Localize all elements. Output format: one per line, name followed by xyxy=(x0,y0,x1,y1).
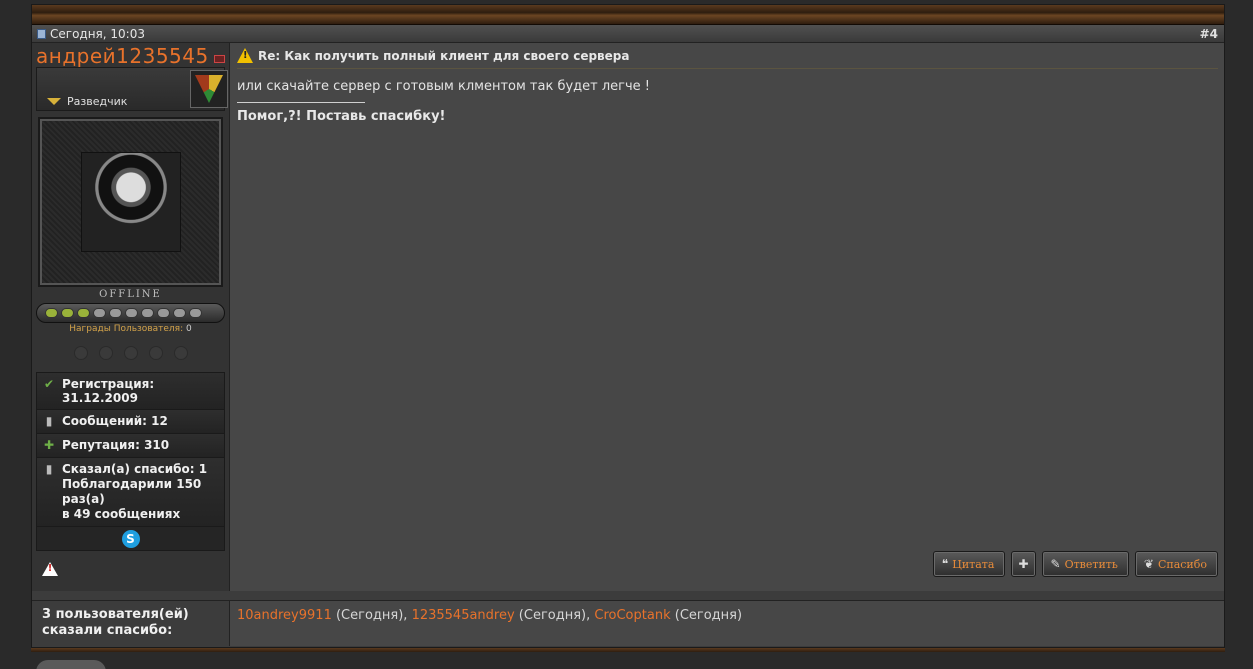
online-status: OFFLINE xyxy=(99,289,162,300)
post-page-icon xyxy=(37,28,46,39)
user-stats: ✔ Регистрация: 31.12.2009 ▮ Сообщений: 1… xyxy=(36,372,225,527)
stat-thanks: ▮ Сказал(а) спасибо: 1 Поблагодарили 150… xyxy=(36,457,225,527)
award-pill-icon xyxy=(173,308,186,318)
post-title-row: ! Re: Как получить полный клиент для сво… xyxy=(237,43,1218,69)
signature-divider xyxy=(237,102,365,103)
checkmark-icon: ✔ xyxy=(43,377,55,391)
skype-icon[interactable]: S xyxy=(121,529,140,548)
multi-quote-button[interactable]: ✚ xyxy=(1011,551,1036,577)
award-pill-icon xyxy=(61,308,74,318)
award-pill-icon xyxy=(125,308,138,318)
rank-emblem-icon xyxy=(190,70,228,108)
post-actions: ❝ Цитата ✚ ✎ Ответить ❦ Спасибо xyxy=(932,551,1218,577)
thanks-icon: ❦ xyxy=(1143,557,1154,571)
award-pill-icon xyxy=(93,308,106,318)
award-slot-icon xyxy=(148,346,163,360)
rank-box: Разведчик xyxy=(36,67,228,111)
award-slot-icon xyxy=(123,346,138,360)
award-slot-icon xyxy=(98,346,113,360)
user-panel: андрей1235545 Разведчик OFFLINE Награды … xyxy=(32,43,230,591)
report-post-icon[interactable]: ! xyxy=(41,561,59,577)
thanks-user-link[interactable]: 10andrey9911 xyxy=(237,608,332,623)
document-icon: ▮ xyxy=(45,414,53,428)
award-pill-icon xyxy=(189,308,202,318)
document-icon: ▮ xyxy=(45,462,53,476)
post-message: или скачайте сервер с готовым клментом т… xyxy=(237,79,651,94)
post-number-link[interactable]: #4 xyxy=(1200,27,1218,41)
award-slots xyxy=(36,346,225,362)
award-pill-icon xyxy=(109,308,122,318)
awards-label: Награды Пользователя: 0 xyxy=(69,324,192,334)
thanks-row: 3 пользователя(ей) сказали спасибо: 10an… xyxy=(32,600,1224,646)
awards-bar xyxy=(36,303,225,323)
private-message-icon[interactable] xyxy=(214,55,225,63)
reply-icon: ✎ xyxy=(1050,557,1061,571)
award-pill-icon xyxy=(157,308,170,318)
bottom-decor-bar xyxy=(31,648,1225,652)
thanks-user-link[interactable]: 1235545andrey xyxy=(412,608,515,623)
thanks-user-link[interactable]: CroCoptank xyxy=(594,608,670,623)
rank-chevron-icon xyxy=(47,97,61,106)
award-pill-icon xyxy=(45,308,58,318)
user-rank: Разведчик xyxy=(67,95,128,108)
thanks-button[interactable]: ❦ Спасибо xyxy=(1134,551,1218,577)
award-pill-icon xyxy=(77,308,90,318)
reply-button[interactable]: ✎ Ответить xyxy=(1041,551,1129,577)
stat-messages: ▮ Сообщений: 12 xyxy=(36,409,225,433)
post-title: Re: Как получить полный клиент для своег… xyxy=(258,48,630,63)
quote-icon: ❝ xyxy=(941,557,949,571)
avatar[interactable] xyxy=(80,152,181,252)
post-header: Сегодня, 10:03 #4 xyxy=(32,25,1224,43)
quote-button[interactable]: ❝ Цитата xyxy=(932,551,1006,577)
award-pill-icon xyxy=(141,308,154,318)
post-container: Сегодня, 10:03 #4 андрей1235545 Разведчи… xyxy=(31,4,1225,648)
post-date: Сегодня, 10:03 xyxy=(50,26,145,41)
bottom-corner-decor xyxy=(36,660,106,669)
username-link[interactable]: андрей1235545 xyxy=(36,44,209,68)
avatar-frame xyxy=(38,117,223,287)
warning-icon: ! xyxy=(237,48,253,63)
post-content: ! Re: Как получить полный клиент для сво… xyxy=(230,43,1224,591)
post-body: андрей1235545 Разведчик OFFLINE Награды … xyxy=(32,43,1224,591)
multi-quote-icon: ✚ xyxy=(1018,557,1029,571)
top-decor-bar xyxy=(32,5,1224,25)
stat-reputation: ✚ Репутация: 310 xyxy=(36,433,225,457)
award-slot-icon xyxy=(173,346,188,360)
post-signature: Помог,?! Поставь спасибку! xyxy=(237,109,446,124)
stat-registration: ✔ Регистрация: 31.12.2009 xyxy=(36,372,225,409)
thanks-user-list: 10andrey9911 (Сегодня), 1235545andrey (С… xyxy=(230,601,1224,646)
thanks-label: 3 пользователя(ей) сказали спасибо: xyxy=(32,601,230,646)
skype-row: S xyxy=(36,527,225,551)
plus-icon: ✚ xyxy=(43,438,55,452)
award-slot-icon xyxy=(73,346,88,360)
